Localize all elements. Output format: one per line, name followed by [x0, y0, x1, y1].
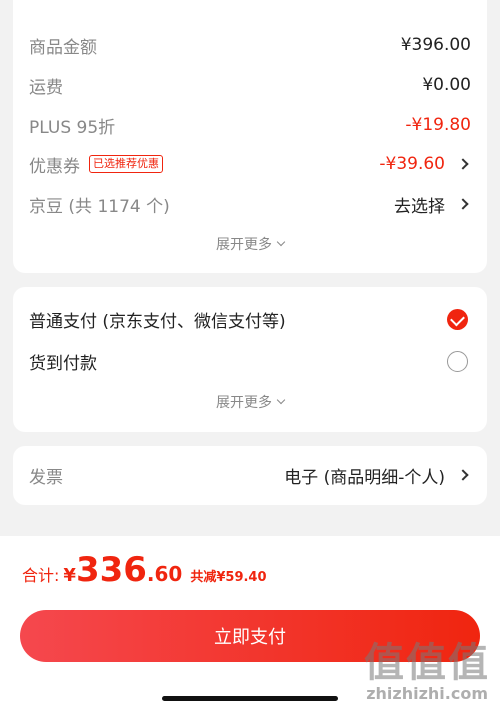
- jd-beans-value: 去选择: [394, 196, 445, 217]
- payment-option-cod-label: 货到付款: [29, 353, 97, 374]
- summary-expand-label: 展开更多: [216, 237, 272, 253]
- checked-radio-icon[interactable]: [447, 308, 468, 330]
- chevron-right-icon: [457, 469, 469, 481]
- jd-beans-value-group: 去选择: [394, 192, 471, 217]
- unchecked-radio-icon[interactable]: [447, 350, 468, 372]
- shipping-label: 运费: [29, 77, 63, 98]
- invoice-card[interactable]: 发票 电子 (商品明细-个人): [13, 446, 487, 505]
- plus-discount-value: -¥19.80: [405, 115, 471, 135]
- payment-expand-more[interactable]: 展开更多: [13, 392, 487, 412]
- goods-amount-row: 商品金额 ¥396.00: [29, 30, 471, 60]
- total-label: 合计:: [22, 566, 60, 585]
- coupon-badge: 已选推荐优惠: [89, 155, 163, 173]
- payment-option-cod[interactable]: 货到付款: [29, 346, 471, 376]
- coupon-label-group: 优惠券 已选推荐优惠: [29, 152, 163, 177]
- summary-expand-more[interactable]: 展开更多: [13, 234, 487, 254]
- coupon-label: 优惠券: [29, 156, 80, 177]
- coupon-row[interactable]: 优惠券 已选推荐优惠 -¥39.60: [29, 149, 471, 179]
- invoice-value: 电子 (商品明细-个人): [284, 467, 445, 488]
- goods-amount-label: 商品金额: [29, 37, 97, 58]
- payment-option-normal[interactable]: 普通支付 (京东支付、微信支付等): [29, 304, 471, 334]
- chevron-right-icon: [457, 198, 469, 210]
- jd-beans-label: 京豆 (共 1174 个): [29, 196, 170, 217]
- coupon-value: -¥39.60: [379, 154, 445, 174]
- chevron-down-icon: [276, 395, 286, 405]
- payment-expand-label: 展开更多: [216, 395, 272, 411]
- invoice-row[interactable]: 发票 电子 (商品明细-个人): [29, 460, 471, 490]
- plus-discount-row: PLUS 95折 -¥19.80: [29, 110, 471, 140]
- shipping-row: 运费 ¥0.00: [29, 70, 471, 100]
- invoice-label: 发票: [29, 467, 63, 488]
- total-decimal: .60: [146, 562, 183, 586]
- payment-option-normal-label: 普通支付 (京东支付、微信支付等): [29, 311, 286, 332]
- shipping-value: ¥0.00: [422, 75, 471, 95]
- total-integer: 336: [75, 550, 147, 590]
- home-indicator[interactable]: [162, 696, 338, 701]
- chevron-down-icon: [276, 237, 286, 247]
- payment-card: 普通支付 (京东支付、微信支付等) 货到付款 展开更多: [13, 287, 487, 432]
- goods-amount-value: ¥396.00: [400, 35, 471, 55]
- chevron-right-icon: [457, 158, 469, 170]
- jd-beans-row[interactable]: 京豆 (共 1174 个) 去选择: [29, 189, 471, 219]
- watermark-url: zhizhizhi.com: [366, 684, 488, 703]
- watermark-logo: 值值值: [364, 640, 490, 686]
- order-total: 合计: ¥ 336 .60 共减¥59.40: [22, 550, 267, 590]
- total-currency: ¥: [63, 565, 76, 586]
- coupon-value-group: -¥39.60: [379, 154, 471, 174]
- order-summary-card: 商品金额 ¥396.00 运费 ¥0.00 PLUS 95折 -¥19.80 优…: [13, 0, 487, 273]
- invoice-value-group: 电子 (商品明细-个人): [284, 463, 471, 488]
- total-savings: 共减¥59.40: [190, 570, 267, 585]
- plus-discount-label: PLUS 95折: [29, 117, 116, 138]
